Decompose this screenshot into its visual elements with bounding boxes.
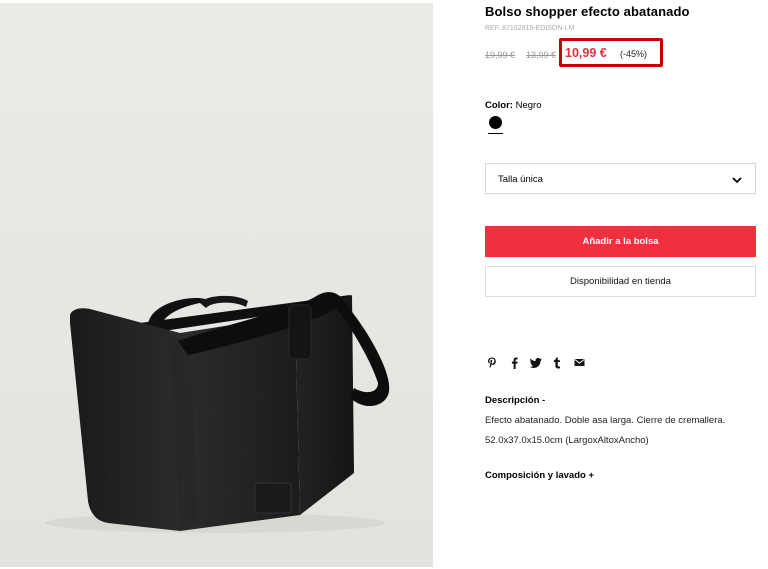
size-selector-value: Talla única bbox=[498, 174, 543, 185]
pinterest-icon[interactable] bbox=[485, 356, 499, 369]
color-label-title: Color: bbox=[485, 100, 513, 111]
description-toggle-symbol: - bbox=[542, 395, 546, 406]
color-swatch-black[interactable] bbox=[489, 116, 502, 129]
chevron-down-icon bbox=[731, 173, 743, 191]
size-selector[interactable]: Talla única bbox=[485, 163, 756, 194]
discount-badge: (-45%) bbox=[620, 49, 648, 59]
email-icon[interactable] bbox=[572, 356, 586, 369]
composition-toggle[interactable]: Composición y lavado + bbox=[485, 470, 594, 481]
composition-toggle-symbol: + bbox=[588, 470, 595, 481]
description-line: Efecto abatanado. Doble asa larga. Cierr… bbox=[485, 415, 726, 426]
product-title: Bolso shopper efecto abatanado bbox=[485, 4, 690, 19]
description-line: 52.0x37.0x15.0cm (LargoxAltoxAncho) bbox=[485, 435, 649, 446]
original-price: 19,99 € bbox=[485, 50, 516, 60]
black-shopper-bag-illustration bbox=[45, 292, 390, 533]
add-to-bag-button[interactable]: Añadir a la bolsa bbox=[485, 226, 756, 257]
color-label: Color: Negro bbox=[485, 100, 541, 111]
previous-price: 13,99 € bbox=[526, 50, 557, 60]
description-toggle[interactable]: Descripción - bbox=[485, 395, 545, 406]
store-availability-button[interactable]: Disponibilidad en tienda bbox=[485, 266, 756, 297]
description-title: Descripción bbox=[485, 395, 540, 406]
color-value: Negro bbox=[515, 100, 542, 111]
product-image[interactable] bbox=[0, 3, 433, 567]
selected-swatch-indicator bbox=[488, 133, 503, 134]
product-reference: REF. 87102915-EDISON-LM bbox=[485, 25, 575, 32]
composition-title: Composición y lavado bbox=[485, 470, 586, 481]
sale-price: 10,99 € bbox=[565, 46, 607, 60]
facebook-icon[interactable] bbox=[507, 356, 521, 369]
twitter-icon[interactable] bbox=[529, 356, 543, 369]
tumblr-icon[interactable] bbox=[550, 356, 564, 369]
